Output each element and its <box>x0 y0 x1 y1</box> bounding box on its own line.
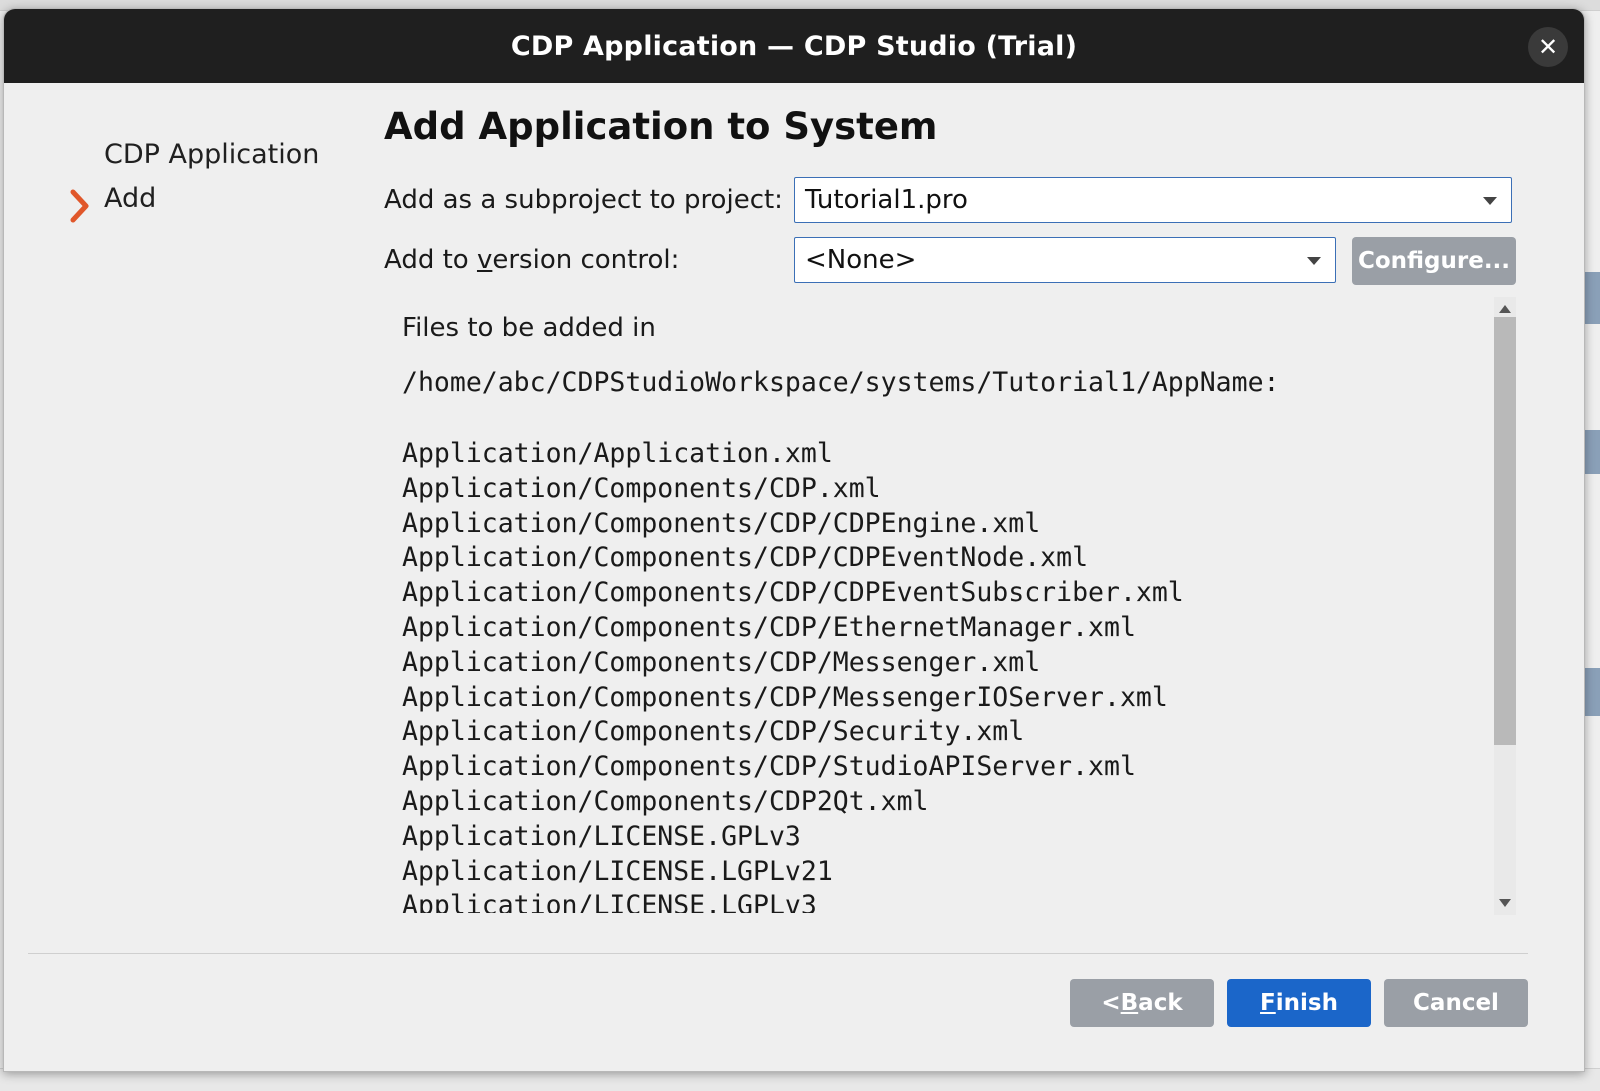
page-title: Add Application to System <box>384 105 938 148</box>
files-scrollbar[interactable] <box>1494 297 1516 915</box>
file-list-item: Application/Components/CDP.xml <box>402 472 881 504</box>
wizard-step-cdp-application: CDP Application <box>104 139 320 170</box>
button-row-separator <box>28 953 1528 954</box>
version-control-label-pre: Add to <box>384 245 477 275</box>
file-list-item: Application/Components/CDP/EthernetManag… <box>402 611 1136 643</box>
chevron-down-icon <box>1483 197 1497 205</box>
close-icon: ✕ <box>1537 33 1559 61</box>
files-list: Application/Application.xml Application/C… <box>402 437 1184 913</box>
version-control-combobox[interactable]: <None> <box>794 237 1336 283</box>
cancel-button-label: Cancel <box>1413 990 1499 1016</box>
file-list-item: Application/LICENSE.LGPLv3 <box>402 890 817 913</box>
back-button-pre: < <box>1101 990 1121 1016</box>
files-intro-text: Files to be added in <box>402 313 656 343</box>
configure-button[interactable]: Configure... <box>1352 237 1516 285</box>
back-button-post: ack <box>1138 990 1183 1016</box>
version-control-label: Add to version control: <box>384 245 679 275</box>
chevron-down-icon <box>1307 257 1321 265</box>
subproject-label: Add as a subproject to project: <box>384 185 783 215</box>
current-step-chevron-path <box>70 189 89 223</box>
file-list-item: Application/Application.xml <box>402 438 833 469</box>
window-title: CDP Application — CDP Studio (Trial) <box>510 30 1078 62</box>
version-control-label-mnemonic: v <box>476 245 493 275</box>
wizard-step-add: Add <box>104 183 157 214</box>
configure-button-label: Configure... <box>1357 248 1511 274</box>
files-target-path: /home/abc/CDPStudioWorkspace/systems/Tut… <box>402 367 1280 398</box>
file-list-item: Application/Components/CDP/CDPEventSubsc… <box>402 577 1184 609</box>
scroll-up-arrow-icon[interactable] <box>1499 305 1511 313</box>
window-titlebar[interactable]: CDP Application — CDP Studio (Trial) <box>4 9 1584 83</box>
file-list-item: Application/Components/CDP/Security.xml <box>402 716 1025 748</box>
file-list-item: Application/Components/CDP/CDPEngine.xml <box>402 507 1041 539</box>
back-button-mnemonic: B <box>1120 990 1139 1016</box>
back-button[interactable]: < Back <box>1070 979 1214 1027</box>
scrollbar-thumb[interactable] <box>1494 317 1516 745</box>
file-list-item: Application/LICENSE.GPLv3 <box>402 820 801 852</box>
close-button[interactable]: ✕ <box>1528 27 1568 67</box>
file-list-item: Application/Components/CDP2Qt.xml <box>402 785 929 817</box>
current-step-chevron-icon <box>70 189 89 223</box>
file-list-item: Application/Components/CDP/MessengerIOSe… <box>402 681 1168 713</box>
finish-button-mnemonic: F <box>1260 990 1276 1016</box>
cancel-button[interactable]: Cancel <box>1384 979 1528 1027</box>
file-list-item: Application/Components/CDP/StudioAPIServ… <box>402 751 1136 783</box>
cdp-application-wizard-dialog: CDP Application — CDP Studio (Trial) ✕ C… <box>3 8 1585 1072</box>
finish-button-post: inish <box>1275 990 1338 1016</box>
file-list-item: Application/Components/CDP/Messenger.xml <box>402 646 1041 678</box>
subproject-combobox-value: Tutorial1.pro <box>805 185 968 215</box>
files-summary-panel[interactable]: Files to be added in /home/abc/CDPStudio… <box>384 297 1492 913</box>
file-list-item: Application/Components/CDP/CDPEventNode.… <box>402 542 1089 574</box>
scroll-down-arrow-icon[interactable] <box>1499 899 1511 907</box>
file-list-item: Application/LICENSE.LGPLv21 <box>402 855 833 887</box>
version-control-label-post: ersion control: <box>492 245 680 275</box>
version-control-combobox-value: <None> <box>805 245 917 275</box>
subproject-combobox[interactable]: Tutorial1.pro <box>794 177 1512 223</box>
finish-button[interactable]: Finish <box>1227 979 1371 1027</box>
